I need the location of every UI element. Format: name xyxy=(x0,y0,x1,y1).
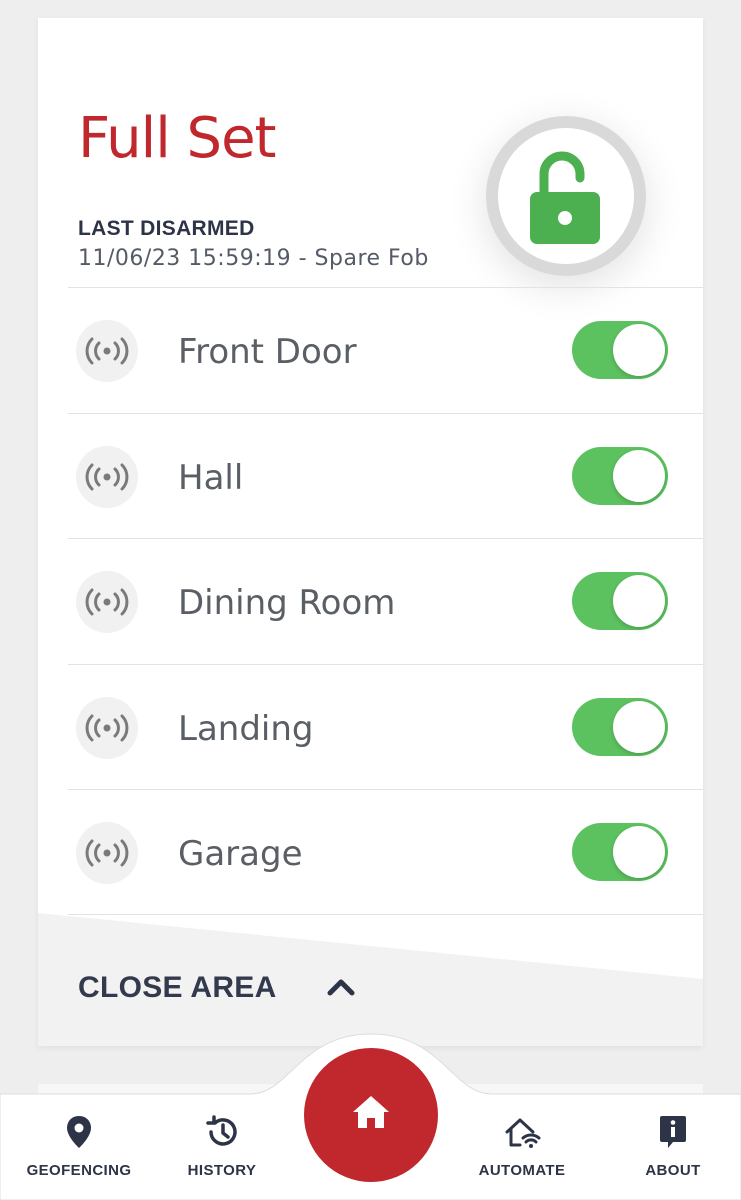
toggle-knob xyxy=(613,700,665,753)
zone-toggle-hall[interactable] xyxy=(572,446,668,505)
area-card: Full Set LAST DISARMED 11/06/23 15:59:19… xyxy=(38,18,703,1046)
zone-label: Hall xyxy=(178,457,244,498)
home-icon xyxy=(353,1096,389,1128)
nav-history[interactable]: HISTORY xyxy=(162,1114,282,1179)
zone-row: Garage xyxy=(68,789,703,915)
zone-toggle-front-door[interactable] xyxy=(572,321,668,379)
wireless-sensor-icon xyxy=(76,445,138,508)
toggle-knob xyxy=(613,449,665,502)
wireless-sensor-icon xyxy=(76,571,138,633)
smart-home-icon xyxy=(505,1118,541,1148)
toggle-knob xyxy=(613,575,665,627)
zone-toggle-garage[interactable] xyxy=(572,823,668,881)
last-event-value: 11/06/23 15:59:19 - Spare Fob xyxy=(78,246,429,271)
nav-label: AUTOMATE xyxy=(478,1162,566,1179)
toggle-knob xyxy=(613,324,665,376)
unlocked-padlock-icon xyxy=(530,151,600,244)
wireless-sensor-icon xyxy=(76,696,138,759)
nav-label: GEOFENCING xyxy=(26,1162,132,1179)
nav-label: ABOUT xyxy=(645,1162,701,1179)
nav-label: HISTORY xyxy=(187,1162,257,1179)
wireless-sensor-icon xyxy=(76,320,138,382)
wireless-sensor-icon xyxy=(76,822,138,884)
close-area-label: CLOSE AREA xyxy=(78,971,277,1004)
zone-row: Landing xyxy=(68,663,703,790)
home-button[interactable] xyxy=(304,1048,438,1182)
zone-label: Front Door xyxy=(178,332,357,372)
area-title: Full Set xyxy=(78,106,277,171)
toggle-knob xyxy=(613,826,665,878)
chevron-up-icon xyxy=(327,979,355,996)
nav-about[interactable]: ABOUT xyxy=(613,1114,733,1179)
history-icon xyxy=(206,1115,237,1146)
info-icon xyxy=(660,1116,686,1148)
zone-label: Landing xyxy=(178,708,314,749)
zone-label: Dining Room xyxy=(178,583,396,623)
location-pin-icon xyxy=(67,1116,91,1148)
zone-label: Garage xyxy=(178,834,303,874)
zone-toggle-landing[interactable] xyxy=(572,697,668,756)
zone-row: Front Door xyxy=(68,287,703,413)
zone-row: Hall xyxy=(68,412,703,539)
last-event-label: LAST DISARMED xyxy=(78,217,255,240)
zone-list: Front Door Hall Dining Room Landing Gara… xyxy=(68,287,703,915)
arm-status-button[interactable] xyxy=(486,116,646,276)
bottom-nav: GEOFENCING HISTORY AUTOMATE ABOUT xyxy=(0,1033,741,1200)
nav-geofencing[interactable]: GEOFENCING xyxy=(19,1114,139,1179)
zone-toggle-dining-room[interactable] xyxy=(572,572,668,630)
nav-automate[interactable]: AUTOMATE xyxy=(462,1114,582,1179)
zone-row: Dining Room xyxy=(68,538,703,664)
